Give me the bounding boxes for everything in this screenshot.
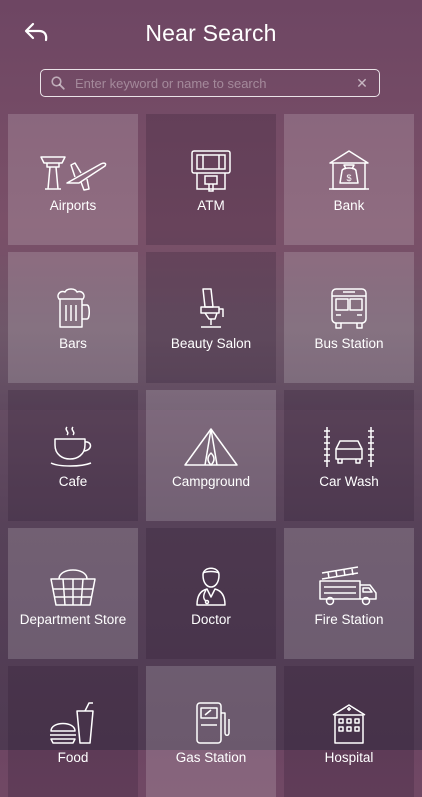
car-wash-icon — [319, 424, 379, 470]
category-label: Department Store — [19, 612, 127, 627]
burger-drink-icon — [43, 700, 103, 746]
category-department-store[interactable]: Department Store — [8, 528, 138, 659]
category-label: Bank — [333, 198, 365, 213]
category-airports[interactable]: Airports — [8, 114, 138, 245]
category-bus-station[interactable]: Bus Station — [284, 252, 414, 383]
category-label: Campground — [171, 474, 251, 489]
beer-mug-icon — [43, 286, 103, 332]
svg-text:$: $ — [346, 173, 351, 183]
category-label: Doctor — [191, 612, 231, 627]
header: Near Search — [0, 0, 422, 64]
category-label: ATM — [197, 198, 225, 213]
category-bank[interactable]: $ Bank — [284, 114, 414, 245]
category-beauty-salon[interactable]: Beauty Salon — [146, 252, 276, 383]
airport-icon — [40, 148, 107, 194]
clear-search-icon[interactable]: ✕ — [351, 72, 373, 94]
category-bars[interactable]: Bars — [8, 252, 138, 383]
category-grid: Airports ATM $ Bank Bars Beauty Salon Bu… — [8, 114, 414, 797]
category-fire-station[interactable]: Fire Station — [284, 528, 414, 659]
category-cafe[interactable]: Cafe — [8, 390, 138, 521]
category-hospital[interactable]: Hospital — [284, 666, 414, 797]
category-doctor[interactable]: Doctor — [146, 528, 276, 659]
category-car-wash[interactable]: Car Wash — [284, 390, 414, 521]
hospital-icon — [319, 700, 379, 746]
category-label: Fire Station — [314, 612, 384, 627]
basket-icon — [43, 562, 103, 608]
salon-chair-icon — [181, 286, 241, 332]
doctor-icon — [181, 562, 241, 608]
bank-icon: $ — [319, 148, 379, 194]
category-gas-station[interactable]: Gas Station — [146, 666, 276, 797]
category-food[interactable]: Food — [8, 666, 138, 797]
gas-pump-icon — [181, 700, 241, 746]
bus-icon — [319, 286, 379, 332]
tent-icon — [181, 424, 241, 470]
page-title: Near Search — [145, 20, 277, 46]
category-label: Beauty Salon — [170, 336, 252, 351]
category-label: Food — [57, 750, 89, 765]
search-bar[interactable]: ✕ — [40, 69, 380, 97]
search-icon — [49, 74, 67, 92]
category-label: Car Wash — [319, 474, 379, 489]
coffee-cup-icon — [43, 424, 103, 470]
atm-icon — [181, 148, 241, 194]
category-atm[interactable]: ATM — [146, 114, 276, 245]
category-label: Hospital — [324, 750, 374, 765]
category-label: Bars — [59, 336, 87, 351]
category-label: Cafe — [58, 474, 88, 489]
category-label: Gas Station — [175, 750, 247, 765]
category-campground[interactable]: Campground — [146, 390, 276, 521]
category-label: Bus Station — [314, 336, 384, 351]
category-label: Airports — [49, 198, 97, 213]
search-input[interactable] — [75, 75, 351, 91]
fire-truck-icon — [319, 562, 379, 608]
